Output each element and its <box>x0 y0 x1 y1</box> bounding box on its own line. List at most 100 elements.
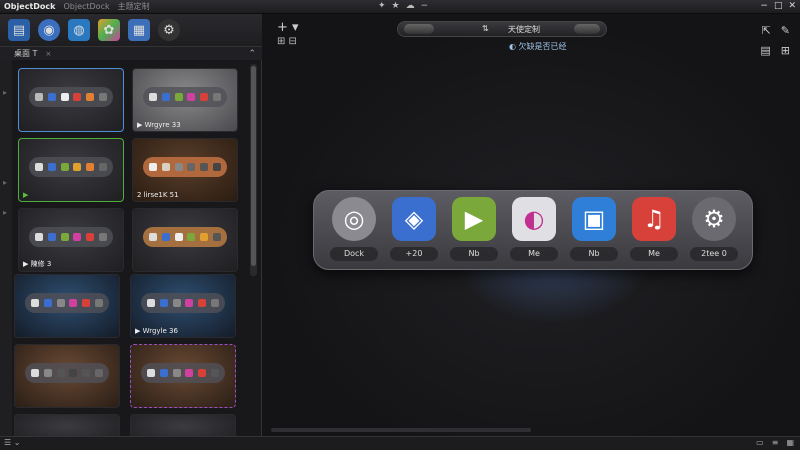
title-bar: ObjectDock ObjectDock 主题定制 ✦ ★ ☁ − − □ ✕ <box>0 0 800 14</box>
theme-thumbnail[interactable] <box>14 274 120 338</box>
slider-knob-left[interactable] <box>404 24 434 34</box>
dock-item-label: Nb <box>450 247 498 261</box>
mini-dock <box>141 363 225 383</box>
gear-icon[interactable]: ⚙ <box>692 197 736 241</box>
theme-thumbnail[interactable] <box>14 344 120 408</box>
pin-icon[interactable]: ✦ <box>378 1 386 11</box>
palette-icon[interactable]: ✿ <box>98 19 120 41</box>
disc-icon[interactable]: ◎ <box>332 197 376 241</box>
theme-label: ▶ <box>23 191 29 199</box>
book-icon[interactable]: ▣ <box>572 197 616 241</box>
close-icon[interactable]: ✕ <box>788 1 796 11</box>
cloud-icon[interactable]: ☁ <box>406 1 415 11</box>
mini-dock <box>25 363 109 383</box>
paint-icon[interactable]: ◍ <box>68 19 90 41</box>
dock-item-label: +20 <box>390 247 438 261</box>
grid-icon[interactable]: ▦ <box>128 19 150 41</box>
maximize-icon[interactable]: □ <box>774 1 783 11</box>
swap-icon: ⇅ <box>482 24 489 33</box>
dock-item[interactable]: ◎ Dock <box>326 197 382 267</box>
mini-dock <box>29 157 113 177</box>
theme-sidebar: ▸ ▸ ▸ ▶ Wrgyre 33 ▶ 2 lirse1K 51 ▶ 陳修 3 <box>0 60 262 436</box>
dock-item[interactable]: ◐ Me <box>506 197 562 267</box>
mini-dock <box>143 227 227 247</box>
status-text: ◐ 欠缺是否已经 <box>509 42 567 51</box>
play-icon[interactable]: ▶ <box>452 197 496 241</box>
theme-thumbnail[interactable]: ▶ <box>18 138 124 202</box>
minus-icon[interactable]: − <box>421 1 429 11</box>
right-tools-row2: ▤ ⊞ <box>760 44 790 57</box>
dock-icon[interactable]: ▤ <box>8 19 30 41</box>
add-icon[interactable]: + ▾ <box>277 20 299 35</box>
dock-item[interactable]: ♫ Me <box>626 197 682 267</box>
mini-dock <box>141 293 225 313</box>
theme-thumbnail[interactable] <box>130 344 236 408</box>
preview-area: + ▾ ⊞ ⊟ ⇅ 天使定制 ◐ 欠缺是否已经 ⇱ ✎ ▤ ⊞ ◎ Dock ◈ +2… <box>263 14 800 436</box>
dock-item-label: Dock <box>330 247 378 261</box>
grid-view-icon[interactable]: ⊞ ⊟ <box>277 36 297 47</box>
browser-icon[interactable]: ◐ <box>512 197 556 241</box>
preview-dock: ◎ Dock ◈ +20 ▶ Nb ◐ Me ▣ Nb ♫ Me ⚙ 2tee 0 <box>313 190 753 270</box>
mode-label: 主题定制 <box>117 2 150 11</box>
list-icon[interactable]: ≡ <box>772 438 779 447</box>
dock-item[interactable]: ◈ +20 <box>386 197 442 267</box>
horizontal-scrollbar[interactable] <box>271 428 531 432</box>
dock-item[interactable]: ▶ Nb <box>446 197 502 267</box>
size-slider[interactable]: ⇅ 天使定制 <box>397 21 607 37</box>
globe-icon[interactable]: ◉ <box>38 19 60 41</box>
theme-label: ▶ Wrgyre 33 <box>137 121 181 129</box>
collapse-icon[interactable]: ⌃ <box>248 49 256 59</box>
window-controls: − □ ✕ <box>760 1 796 11</box>
status-bar: ☰ ⌄ ▭ ≡ ▦ <box>0 436 800 450</box>
right-tools: ⇱ ✎ <box>762 24 790 37</box>
options-icon[interactable]: ⊞ <box>781 44 790 57</box>
sidebar-scrollbar[interactable] <box>250 64 257 276</box>
title-center-icons: ✦ ★ ☁ − <box>378 1 428 11</box>
panel-header: 桌面 T × ⌃ <box>0 46 262 60</box>
status-right-icons: ▭ ≡ ▦ <box>756 438 794 447</box>
export-icon[interactable]: ⇱ <box>762 24 771 37</box>
slider-label: 天使定制 <box>508 25 540 34</box>
menu-icon[interactable]: ☰ ⌄ <box>4 438 20 447</box>
layout-icon[interactable]: ▤ <box>760 44 770 57</box>
theme-thumbnail[interactable]: 2 lirse1K 51 <box>132 138 238 202</box>
edit-icon[interactable]: ✎ <box>781 24 790 37</box>
theme-label: ▶ 陳修 3 <box>23 260 52 268</box>
theme-thumbnail[interactable] <box>18 68 124 132</box>
panel-close-icon[interactable]: × <box>45 50 51 58</box>
dock-item[interactable]: ⚙ 2tee 0 <box>686 197 742 267</box>
music-icon[interactable]: ♫ <box>632 197 676 241</box>
dock-item-label: 2tee 0 <box>690 247 738 261</box>
theme-thumbnail[interactable]: ▶ Wrgyre 33 <box>132 68 238 132</box>
side-marker-icon: ▸ <box>3 88 8 97</box>
side-marker-icon: ▸ <box>3 208 8 217</box>
mini-dock <box>25 293 109 313</box>
mini-dock <box>29 87 113 107</box>
mini-dock <box>143 87 227 107</box>
grid-small-icon[interactable]: ▦ <box>786 438 794 447</box>
theme-thumbnail[interactable]: ▶ 陳修 3 <box>18 208 124 272</box>
dock-item[interactable]: ▣ Nb <box>566 197 622 267</box>
window-icon[interactable]: ▭ <box>756 438 764 447</box>
theme-thumbnail[interactable] <box>130 414 236 436</box>
theme-thumbnail[interactable] <box>14 414 120 436</box>
app-title: ObjectDock <box>4 2 56 11</box>
glass-icon[interactable]: ◈ <box>392 197 436 241</box>
slider-knob-right[interactable] <box>574 24 600 34</box>
dock-item-label: Me <box>510 247 558 261</box>
theme-thumbnail[interactable]: ▶ Wrgyle 36 <box>130 274 236 338</box>
theme-label: ▶ Wrgyle 36 <box>135 327 178 335</box>
add-menu[interactable]: + ▾ ⊞ ⊟ <box>277 20 299 47</box>
theme-label: 2 lirse1K 51 <box>137 191 179 199</box>
app-subtitle: ObjectDock <box>63 2 110 11</box>
minimize-icon[interactable]: − <box>760 1 768 11</box>
theme-thumbnail[interactable] <box>132 208 238 272</box>
gear-icon[interactable]: ⚙ <box>158 19 180 41</box>
scrollbar-thumb[interactable] <box>251 66 256 266</box>
panel-title: 桌面 T <box>14 49 38 58</box>
mini-dock <box>29 227 113 247</box>
mini-dock <box>143 157 227 177</box>
dock-item-label: Me <box>630 247 678 261</box>
app-window: ObjectDock ObjectDock 主题定制 ✦ ★ ☁ − − □ ✕… <box>0 0 800 450</box>
star-icon[interactable]: ★ <box>392 1 400 11</box>
